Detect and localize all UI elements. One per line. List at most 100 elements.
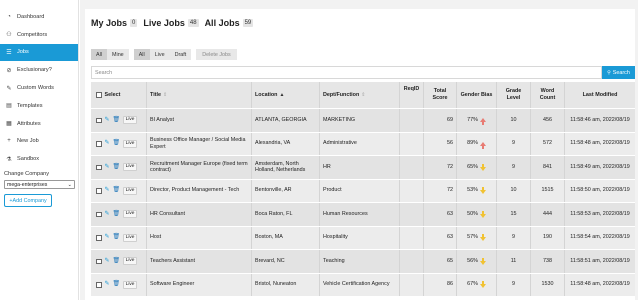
select-all-checkbox[interactable] bbox=[96, 92, 102, 98]
edit-icon[interactable]: ✎ bbox=[105, 117, 110, 125]
header-last-modified[interactable]: Last Modified bbox=[565, 82, 635, 108]
grade-level-cell: 15 bbox=[497, 203, 531, 226]
row-checkbox[interactable] bbox=[96, 188, 102, 194]
edit-icon[interactable]: ✎ bbox=[105, 164, 110, 172]
row-checkbox[interactable] bbox=[96, 211, 102, 217]
dept-cell: MARKETING bbox=[320, 109, 400, 132]
header-total-score[interactable]: Total Score bbox=[424, 82, 457, 108]
chevron-down-icon: ⌄ bbox=[67, 181, 72, 188]
req-id-cell bbox=[400, 179, 424, 202]
job-title-cell[interactable]: Software Engineer bbox=[147, 273, 252, 296]
tab-live-jobs[interactable]: Live Jobs bbox=[143, 18, 185, 28]
sidebar-item-sandbox[interactable]: ⚗ Sandbox bbox=[0, 150, 78, 168]
status-filter-live-button[interactable]: Live bbox=[150, 49, 170, 60]
sidebar-item-jobs[interactable]: ☰ Jobs bbox=[0, 43, 78, 62]
arrow-down-icon bbox=[479, 210, 486, 218]
company-select[interactable]: mega-enterprises ⌄ bbox=[4, 180, 75, 190]
header-title[interactable]: Title ⇕ bbox=[147, 82, 252, 108]
header-gender-bias[interactable]: Gender Bias bbox=[457, 82, 497, 108]
row-checkbox[interactable] bbox=[96, 282, 102, 288]
header-select[interactable]: Select bbox=[91, 82, 147, 108]
plus-icon: + bbox=[7, 138, 11, 145]
row-checkbox[interactable] bbox=[96, 235, 102, 241]
sidebar-item-custom-words[interactable]: ✎ Custom Words bbox=[0, 79, 78, 97]
dashboard-icon: ◔ bbox=[7, 13, 11, 20]
trash-icon[interactable]: 🗑 bbox=[113, 164, 121, 172]
job-title-cell[interactable]: Business Office Manager / Social Media E… bbox=[147, 132, 252, 155]
total-score-cell: 65 bbox=[424, 250, 457, 273]
word-count-cell: 1530 bbox=[531, 273, 565, 296]
row-actions: ✎ 🗑 Live bbox=[91, 273, 147, 296]
header-total-score-label: Total Score bbox=[432, 88, 448, 101]
status-badge: Live bbox=[123, 163, 137, 172]
sidebar-item-attributes[interactable]: ▦ Attributes bbox=[0, 115, 78, 133]
delete-jobs-button[interactable]: Delete Jobs bbox=[196, 49, 237, 60]
word-count-cell: 190 bbox=[531, 226, 565, 249]
sidebar-item-label: Sandbox bbox=[17, 156, 40, 163]
job-title-cell[interactable]: HR Consultant bbox=[147, 203, 252, 226]
row-checkbox[interactable] bbox=[96, 141, 102, 147]
gender-bias-cell: 65% bbox=[457, 156, 497, 179]
status-badge: Live bbox=[123, 116, 137, 125]
edit-icon[interactable]: ✎ bbox=[105, 281, 110, 289]
trash-icon[interactable]: 🗑 bbox=[113, 117, 121, 125]
sidebar-item-exclusionary[interactable]: ⊘ Exclusionary? bbox=[0, 61, 78, 79]
search-input[interactable]: Search bbox=[91, 66, 602, 79]
sidebar-item-label: Jobs bbox=[17, 49, 29, 56]
job-title-cell[interactable]: Director, Product Management - Tech bbox=[147, 179, 252, 202]
search-button[interactable]: ⚲ Search bbox=[602, 66, 635, 79]
job-title-cell[interactable]: Host bbox=[147, 226, 252, 249]
owner-filter-all-button[interactable]: All bbox=[91, 49, 107, 60]
tab-my-jobs[interactable]: My Jobs bbox=[91, 18, 127, 28]
location-cell: Amsterdam, North Holland, Netherlands bbox=[252, 156, 320, 179]
gender-bias-value: 50% bbox=[467, 210, 478, 217]
edit-icon[interactable]: ✎ bbox=[105, 211, 110, 219]
req-id-cell bbox=[400, 156, 424, 179]
tab-all-jobs[interactable]: All Jobs bbox=[205, 18, 240, 28]
row-checkbox[interactable] bbox=[96, 258, 102, 264]
add-company-button[interactable]: +Add Company bbox=[4, 194, 52, 208]
last-modified-cell: 11:58:49 am, 2022/08/19 bbox=[570, 163, 630, 170]
gender-bias-value: 67% bbox=[467, 281, 478, 288]
jobs-table: Select Title ⇕ Location ▲ Dept/Function ⇕ R… bbox=[91, 82, 635, 297]
trash-icon[interactable]: 🗑 bbox=[113, 140, 121, 148]
sidebar-item-label: New Job bbox=[17, 138, 39, 145]
trash-icon[interactable]: 🗑 bbox=[113, 211, 121, 219]
row-checkbox[interactable] bbox=[96, 164, 102, 170]
arrow-down-icon bbox=[479, 281, 486, 289]
trash-icon[interactable]: 🗑 bbox=[113, 258, 121, 266]
header-req-id[interactable]: ReqID bbox=[400, 82, 424, 108]
owner-filter-mine-button[interactable]: Mine bbox=[107, 49, 129, 60]
edit-icon[interactable]: ✎ bbox=[105, 140, 110, 148]
grade-level-cell: 11 bbox=[497, 250, 531, 273]
edit-icon[interactable]: ✎ bbox=[105, 258, 110, 266]
word-count-cell: 1515 bbox=[531, 179, 565, 202]
header-word-count[interactable]: Word Count bbox=[531, 82, 565, 108]
row-checkbox[interactable] bbox=[96, 117, 102, 123]
header-dept[interactable]: Dept/Function ⇕ bbox=[320, 82, 400, 108]
header-grade-level[interactable]: Grade Level bbox=[497, 82, 531, 108]
sidebar-item-templates[interactable]: ▤ Templates bbox=[0, 97, 78, 115]
sidebar-item-dashboard[interactable]: ◔ Dashboard bbox=[0, 8, 78, 26]
header-location[interactable]: Location ▲ bbox=[252, 82, 320, 108]
gender-bias-value: 53% bbox=[467, 187, 478, 194]
sidebar-item-competitors[interactable]: ⚇ Competitors bbox=[0, 26, 78, 44]
job-title-cell[interactable]: BI Analyst bbox=[147, 109, 252, 132]
row-actions: ✎ 🗑 Live bbox=[91, 109, 147, 132]
word-count-cell: 456 bbox=[531, 109, 565, 132]
job-title-cell[interactable]: Recruitment Manager Europe (fixed term c… bbox=[147, 156, 252, 179]
edit-icon[interactable]: ✎ bbox=[105, 234, 110, 242]
sidebar-item-new-job[interactable]: + New Job bbox=[0, 133, 78, 151]
arrow-down-icon bbox=[479, 257, 486, 265]
trash-icon[interactable]: 🗑 bbox=[113, 187, 121, 195]
trash-icon[interactable]: 🗑 bbox=[113, 234, 121, 242]
status-filter-all-button[interactable]: All bbox=[133, 49, 150, 60]
status-filter-draft-button[interactable]: Draft bbox=[170, 49, 192, 60]
table-row: ✎ 🗑 Live Business Office Manager / Social M… bbox=[91, 132, 635, 156]
tab-my-jobs-count-badge: 0 bbox=[130, 19, 138, 27]
trash-icon[interactable]: 🗑 bbox=[113, 281, 121, 289]
edit-icon[interactable]: ✎ bbox=[105, 187, 110, 195]
job-title-cell[interactable]: Teachers Assistant bbox=[147, 250, 252, 273]
last-modified-cell: 11:58:48 am, 2022/08/19 bbox=[570, 140, 630, 147]
total-score-cell: 69 bbox=[424, 109, 457, 132]
